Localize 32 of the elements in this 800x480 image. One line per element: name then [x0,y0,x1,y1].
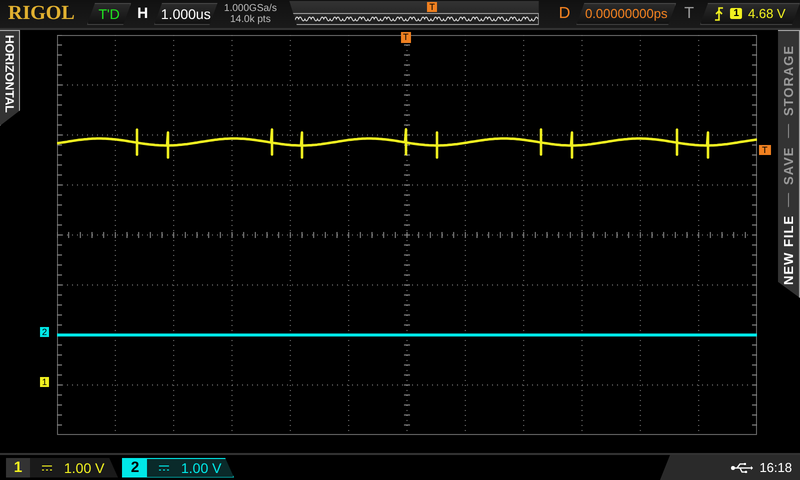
menu-breadcrumb-item[interactable]: STORAGE [781,45,796,116]
channel-number: 1 [12,459,24,476]
channel-scale: 1.00 V [181,460,222,476]
menu-breadcrumb-item[interactable]: SAVE [781,146,796,185]
memory-depth: 14.0k pts [230,14,271,25]
usb-icon [731,462,754,472]
dc-coupling-icon [159,464,169,470]
horizontal-menu-tab[interactable]: HORIZONTAL [0,30,20,126]
rising-edge-icon [714,6,724,21]
channel-scale-tab[interactable]: 2 1.00 V [122,458,234,478]
trigger-position-marker: T [427,2,437,12]
channel-offset-marker[interactable]: 2 [40,326,50,337]
timebase-value[interactable]: 1.000us [154,2,218,25]
logo: RIGOL [8,2,76,26]
trigger-source-badge: 1 [730,8,742,20]
delay-label: D [558,4,570,23]
timebase-label: H [137,5,148,22]
channel-scale: 1.00 V [64,460,104,476]
menu-breadcrumb-item[interactable]: NEW FILE [781,214,796,285]
trigger-level: 4.68 V [748,6,786,22]
clock-time: 16:18 [759,460,792,475]
trigger-position-marker: T [401,32,410,43]
trigger-label: T [684,4,694,23]
delay-value[interactable]: 0.00000000ps [576,2,676,25]
channel-number: 2 [130,459,140,476]
channel-scale-tab[interactable]: 1 1.00 V [6,458,118,478]
dc-coupling-icon [42,464,52,470]
channel-offset-marker[interactable]: 1 [40,376,50,387]
trigger-settings[interactable]: 1 4.68 V [700,2,800,25]
trigger-level-marker[interactable]: T [759,144,770,155]
sample-rate: 1.000GSa/s [224,2,277,14]
run-status: T'D [86,2,132,25]
